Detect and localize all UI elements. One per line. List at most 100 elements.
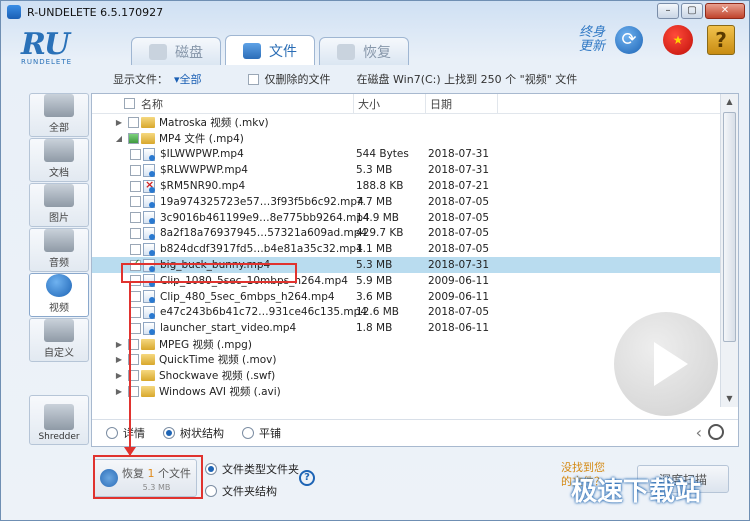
logo-subtitle: RUNDELETE xyxy=(21,58,73,66)
annotation-arrow-line xyxy=(129,283,131,455)
row-name: Shockwave 视频 (.swf) xyxy=(159,370,276,383)
folder-icon xyxy=(141,354,155,366)
row-name: e47c243b6b41c72…931ce46c135.mp4 xyxy=(160,306,368,319)
file-row[interactable]: Clip_480_5sec_6mbps_h264.mp4 3.6 MB 2009-0… xyxy=(92,289,720,305)
folder-row[interactable]: ▶ Matroska 视频 (.mkv) xyxy=(92,115,720,131)
sidebar-item-documents[interactable]: 文档 xyxy=(29,138,89,182)
main-tabs: 磁盘 文件 恢复 xyxy=(131,35,409,65)
video-file-icon xyxy=(143,242,155,256)
expand-toggle-icon[interactable]: ▶ xyxy=(114,355,124,364)
file-row[interactable]: e47c243b6b41c72…931ce46c135.mp4 12.6 MB 20… xyxy=(92,305,720,321)
select-all-checkbox[interactable] xyxy=(124,98,135,109)
row-name: $ILWWPWP.mp4 xyxy=(160,148,244,161)
details-label: 详情 xyxy=(123,426,145,440)
by-folder-radio[interactable] xyxy=(205,485,217,497)
file-row[interactable]: $ILWWPWP.mp4 544 Bytes 2018-07-31 xyxy=(92,147,720,163)
tab-files[interactable]: 文件 xyxy=(225,35,315,65)
tree-radio[interactable] xyxy=(163,426,175,439)
tab-disk[interactable]: 磁盘 xyxy=(131,37,221,65)
top-right-tools: 终身更新 ⟳ ★ ? xyxy=(571,25,735,55)
row-checkbox[interactable] xyxy=(128,133,139,145)
scroll-thumb[interactable] xyxy=(723,112,736,342)
shredder-button[interactable]: Shredder xyxy=(29,395,89,445)
file-row[interactable]: b824dcdf3917fd5…b4e81a35c32.mp4 1.1 MB 201… xyxy=(92,241,720,257)
search-icon[interactable] xyxy=(708,424,724,440)
help-icon[interactable]: ? xyxy=(707,25,735,55)
row-checkbox[interactable] xyxy=(130,291,141,303)
details-radio[interactable] xyxy=(106,426,118,439)
window-title: R-UNDELETE 6.5.170927 xyxy=(27,5,164,19)
row-checkbox[interactable] xyxy=(130,227,141,239)
expand-toggle-icon[interactable]: ▶ xyxy=(114,371,124,380)
tab-label: 文件 xyxy=(269,43,297,60)
minimize-button[interactable]: – xyxy=(657,3,679,19)
shredder-icon xyxy=(44,404,74,430)
column-size[interactable]: 大小 xyxy=(354,93,426,114)
column-name[interactable]: 名称 xyxy=(92,93,354,114)
maximize-button[interactable]: ▢ xyxy=(681,3,703,19)
row-checkbox[interactable] xyxy=(130,164,141,176)
question-icon[interactable]: ? xyxy=(299,470,315,486)
tab-recover[interactable]: 恢复 xyxy=(319,37,409,65)
search-summary: 在磁盘 Win7(C:) 上找到 250 个 "视频" 文件 xyxy=(356,73,578,86)
file-row[interactable]: 3c9016b461199e9…8e775bb9264.mp4 14.9 MB 20… xyxy=(92,210,720,226)
by-folder-option[interactable]: 文件夹结构 xyxy=(205,483,299,499)
folder-icon xyxy=(141,370,155,382)
view-tree-option[interactable]: 树状结构 xyxy=(163,425,224,441)
view-details-option[interactable]: 详情 xyxy=(106,425,145,441)
row-name: Windows AVI 视频 (.avi) xyxy=(159,385,281,398)
sidebar-item-images[interactable]: 图片 xyxy=(29,183,89,227)
column-size-label: 大小 xyxy=(358,97,380,111)
scroll-up-arrow[interactable]: ▲ xyxy=(721,94,738,110)
row-date: 2018-07-31 xyxy=(428,164,490,177)
recover-icon xyxy=(337,43,355,60)
row-checkbox[interactable] xyxy=(130,180,141,192)
row-checkbox[interactable] xyxy=(130,243,141,255)
row-size: 5.3 MB xyxy=(356,259,393,272)
expand-toggle-icon[interactable]: ◢ xyxy=(114,134,124,143)
sidebar-item-audio[interactable]: 音频 xyxy=(29,228,89,272)
column-date[interactable]: 日期 xyxy=(426,93,498,114)
flat-radio[interactable] xyxy=(242,426,254,439)
row-checkbox[interactable] xyxy=(130,148,141,160)
by-type-option[interactable]: 文件类型文件夹 xyxy=(205,461,299,477)
sidebar-item-label: 视频 xyxy=(49,303,69,314)
row-checkbox[interactable] xyxy=(130,212,141,224)
row-size: 1.8 MB xyxy=(356,322,393,335)
file-row[interactable]: 8a2f18a76937945…57321a609ad.mp4 429.7 KB 2… xyxy=(92,226,720,242)
row-checkbox[interactable] xyxy=(130,196,141,208)
deleted-only-checkbox[interactable] xyxy=(247,73,259,85)
video-file-icon xyxy=(143,178,155,193)
expand-toggle-icon[interactable]: ▶ xyxy=(114,387,124,396)
file-row[interactable]: $RLWWPWP.mp4 5.3 MB 2018-07-31 xyxy=(92,162,720,178)
folder-icon xyxy=(141,385,155,397)
collapse-preview-icon[interactable]: ‹ xyxy=(696,423,702,442)
audio-icon xyxy=(44,229,74,252)
row-name: Clip_480_5sec_6mbps_h264.mp4 xyxy=(160,290,335,303)
file-row[interactable]: $RM5NR90.mp4 188.8 KB 2018-07-21 xyxy=(92,178,720,194)
scroll-down-arrow[interactable]: ▼ xyxy=(721,391,738,407)
sidebar-item-all[interactable]: 全部 xyxy=(29,93,89,137)
refresh-icon[interactable]: ⟳ xyxy=(615,26,643,54)
row-checkbox[interactable] xyxy=(128,117,139,129)
show-files-dropdown[interactable]: ▾全部 xyxy=(174,71,202,87)
file-row[interactable]: 19a974325723e57…3f93f5b6c92.mp4 7.7 MB 201… xyxy=(92,194,720,210)
row-checkbox[interactable] xyxy=(130,322,141,334)
row-name: $RLWWPWP.mp4 xyxy=(160,164,248,177)
view-flat-option[interactable]: 平铺 xyxy=(242,425,281,441)
lifetime-update-text[interactable]: 终身更新 xyxy=(571,26,605,54)
folder-row[interactable]: ◢ MP4 文件 (.mp4) xyxy=(92,131,720,147)
expand-toggle-icon[interactable]: ▶ xyxy=(114,118,124,127)
watermark: 极速下载站 xyxy=(571,477,702,507)
sidebar-item-video[interactable]: 视频 xyxy=(29,273,89,317)
expand-toggle-icon[interactable]: ▶ xyxy=(114,340,124,349)
row-name: $RM5NR90.mp4 xyxy=(160,180,246,193)
play-preview-button[interactable] xyxy=(614,312,718,416)
china-flag-icon[interactable]: ★ xyxy=(663,25,693,55)
sidebar-item-custom[interactable]: 自定义 xyxy=(29,318,89,362)
by-type-radio[interactable] xyxy=(205,463,217,475)
close-button[interactable]: ✕ xyxy=(705,3,745,19)
row-checkbox[interactable] xyxy=(130,306,141,318)
vertical-scrollbar[interactable]: ▲ ▼ xyxy=(720,94,738,407)
sidebar-item-label: 音频 xyxy=(49,258,69,269)
